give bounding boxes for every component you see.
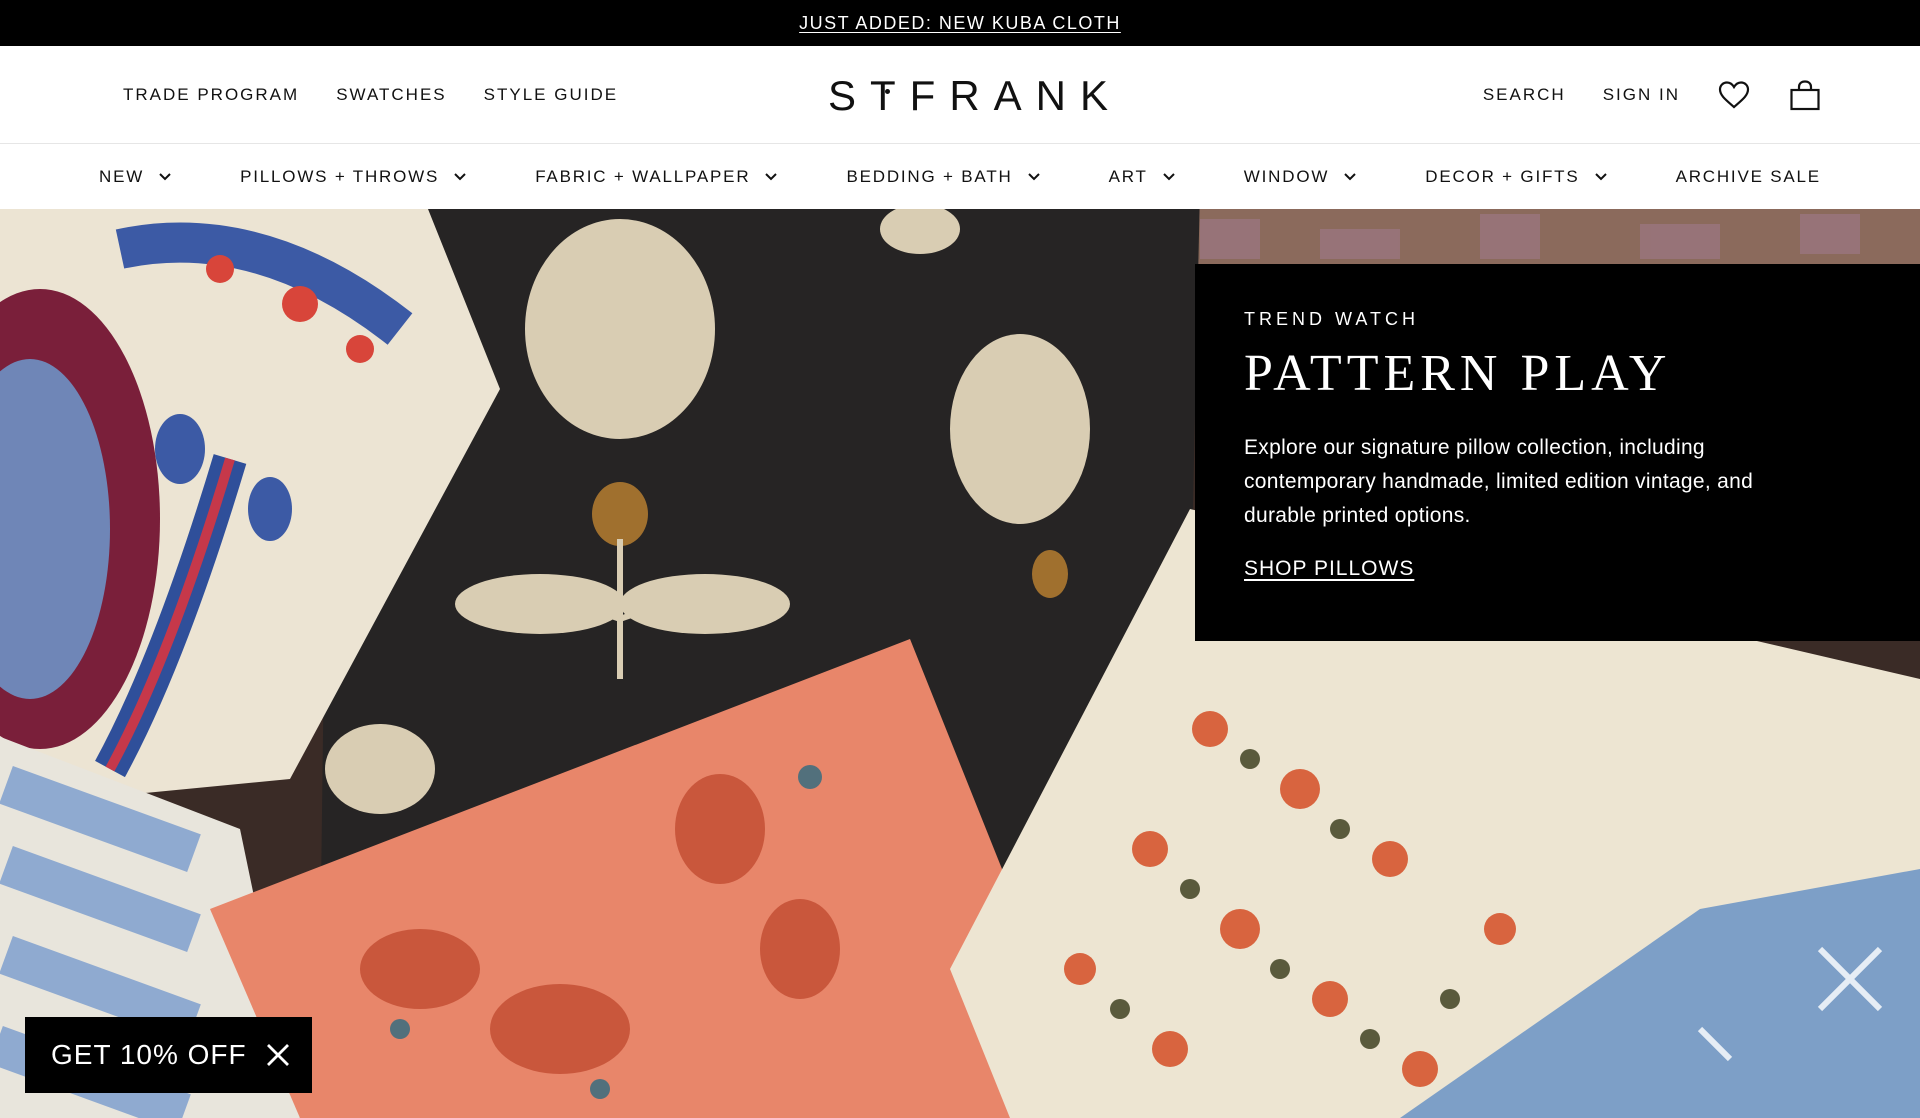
nav-label: WINDOW (1243, 167, 1330, 186)
heart-icon[interactable] (1717, 78, 1751, 112)
nav-label: NEW (99, 167, 145, 186)
discount-label: GET 10% OFF (51, 1039, 247, 1070)
shopping-bag-icon[interactable] (1788, 78, 1822, 112)
search-link[interactable]: SEARCH (1483, 85, 1566, 105)
trade-program-link[interactable]: TRADE PROGRAM (123, 85, 299, 105)
nav-label: BEDDING + BATH (846, 167, 1013, 186)
nav-item-fabric-wallpaper[interactable]: FABRIC + WALLPAPER (535, 166, 782, 188)
nav-item-new[interactable]: NEW (99, 166, 176, 188)
nav-label: FABRIC + WALLPAPER (535, 167, 751, 186)
nav-label: ART (1108, 167, 1148, 186)
nav-item-art[interactable]: ART (1109, 166, 1180, 188)
site-header: TRADE PROGRAM SWATCHES STYLE GUIDE S T FRA… (0, 46, 1920, 144)
announcement-link[interactable]: JUST ADDED: NEW KUBA CLOTH (799, 13, 1121, 34)
chevron-down-icon (1158, 166, 1180, 188)
swatches-link[interactable]: SWATCHES (336, 85, 446, 105)
close-icon[interactable] (262, 1039, 294, 1071)
shop-pillows-link[interactable]: SHOP PILLOWS (1244, 557, 1414, 581)
sign-in-link[interactable]: SIGN IN (1603, 85, 1680, 105)
nav-item-decor-gifts[interactable]: DECOR + GIFTS (1425, 166, 1611, 188)
hero-eyebrow: TREND WATCH (1244, 309, 1419, 329)
nav-label: DECOR + GIFTS (1425, 167, 1580, 186)
chevron-down-icon (1023, 166, 1045, 188)
nav-item-archive-sale[interactable]: ARCHIVE SALE (1676, 167, 1821, 187)
nav-label: PILLOWS + THROWS (240, 167, 440, 186)
hero-description: Explore our signature pillow collection,… (1244, 436, 1754, 527)
nav-label: ARCHIVE SALE (1675, 167, 1821, 186)
nav-item-window[interactable]: WINDOW (1244, 166, 1361, 188)
site-logo[interactable]: S T FRANK (828, 68, 1122, 124)
header-right-links: SEARCH SIGN IN (1483, 46, 1822, 144)
nav-item-pillows-throws[interactable]: PILLOWS + THROWS (240, 166, 471, 188)
discount-popup[interactable]: GET 10% OFF (25, 1017, 312, 1093)
style-guide-link[interactable]: STYLE GUIDE (484, 85, 618, 105)
announcement-bar: JUST ADDED: NEW KUBA CLOTH (0, 0, 1920, 46)
chevron-down-icon (760, 166, 782, 188)
hero-text-panel: TREND WATCH PATTERN PLAY Explore our sig… (1195, 264, 1920, 641)
chevron-down-icon (154, 166, 176, 188)
chevron-down-icon (1339, 166, 1361, 188)
category-nav: NEW PILLOWS + THROWS FABRIC + WALLPAPER … (0, 145, 1920, 209)
nav-item-bedding-bath[interactable]: BEDDING + BATH (846, 166, 1044, 188)
chevron-down-icon (1590, 166, 1612, 188)
hero-headline: PATTERN PLAY (1244, 345, 1672, 402)
header-left-links: TRADE PROGRAM SWATCHES STYLE GUIDE (123, 46, 618, 144)
chevron-down-icon (449, 166, 471, 188)
